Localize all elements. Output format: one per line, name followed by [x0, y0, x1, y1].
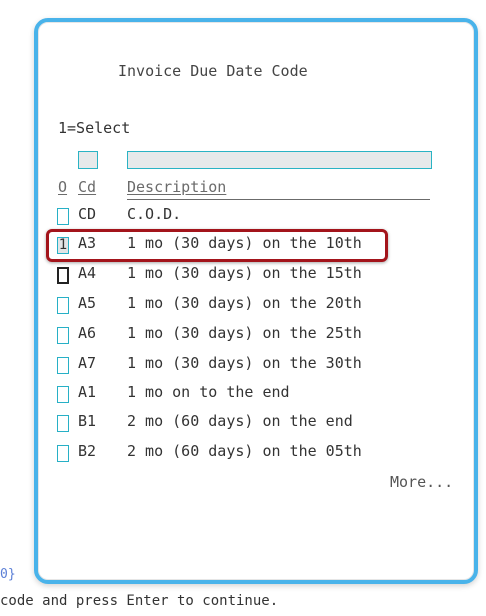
description-cell: 1 mo (30 days) on the 30th — [127, 354, 362, 372]
option-filter-input[interactable] — [78, 151, 98, 169]
description-cell: 1 mo (30 days) on the 25th — [127, 324, 362, 342]
option-input[interactable] — [57, 386, 69, 403]
list-item: B2 2 mo (60 days) on the 05th — [0, 444, 486, 467]
code-cell: A4 — [78, 264, 97, 282]
column-header-option: O — [58, 178, 68, 196]
option-input[interactable] — [57, 415, 69, 432]
description-cell: C.O.D. — [127, 205, 182, 223]
list-item: CD C.O.D. — [0, 207, 486, 230]
list-item: A5 1 mo (30 days) on the 20th — [0, 296, 486, 319]
selection-instruction: 1=Select — [58, 119, 131, 137]
code-cell: B1 — [78, 412, 97, 430]
list-item: A6 1 mo (30 days) on the 25th — [0, 326, 486, 349]
code-cell: A6 — [78, 324, 97, 342]
code-cell: A5 — [78, 294, 97, 312]
option-input[interactable] — [57, 267, 69, 284]
selected-row-highlight — [46, 229, 388, 262]
more-indicator: More... — [390, 473, 454, 491]
description-filter-input[interactable] — [127, 151, 432, 169]
list-item: A4 1 mo (30 days) on the 15th — [0, 266, 486, 289]
window-title: Invoice Due Date Code — [118, 62, 308, 80]
list-item: A7 1 mo (30 days) on the 30th — [0, 356, 486, 379]
code-cell: A7 — [78, 354, 97, 372]
code-cell: CD — [78, 205, 97, 223]
code-cell: B2 — [78, 442, 97, 460]
column-header-code: Cd — [78, 178, 97, 196]
status-message: code and press Enter to continue. — [0, 593, 279, 609]
option-input[interactable] — [57, 297, 69, 314]
header-rule — [127, 199, 430, 200]
description-cell: 1 mo (30 days) on the 15th — [127, 264, 362, 282]
option-input[interactable] — [57, 357, 69, 374]
description-cell: 1 mo on to the end — [127, 383, 290, 401]
option-input[interactable] — [57, 445, 69, 462]
description-cell: 1 mo (30 days) on the 20th — [127, 294, 362, 312]
column-header-description: Description — [127, 178, 227, 196]
background-fragment: 0} — [0, 567, 16, 582]
list-item: B1 2 mo (60 days) on the end — [0, 414, 486, 437]
option-input[interactable] — [57, 208, 69, 225]
list-item: A1 1 mo on to the end — [0, 385, 486, 408]
option-input[interactable] — [57, 327, 69, 344]
code-cell: A1 — [78, 383, 97, 401]
description-cell: 2 mo (60 days) on the 05th — [127, 442, 362, 460]
description-cell: 2 mo (60 days) on the end — [127, 412, 353, 430]
